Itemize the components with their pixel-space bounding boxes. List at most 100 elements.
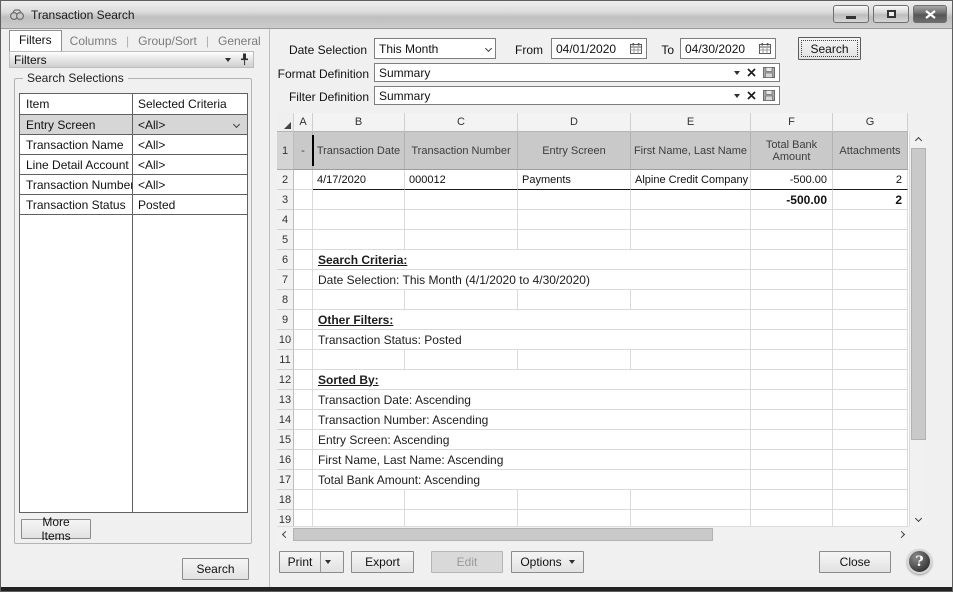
save-icon[interactable] xyxy=(763,90,775,101)
grid-cell[interactable] xyxy=(833,210,908,230)
grid-cell[interactable] xyxy=(833,430,908,450)
row-header-3[interactable]: 3 xyxy=(277,190,294,210)
row-header-18[interactable]: 18 xyxy=(277,490,294,510)
grid-cell[interactable] xyxy=(751,250,833,270)
grid-cell[interactable] xyxy=(833,490,908,510)
grid-cell[interactable]: Transaction Date: Ascending xyxy=(313,390,751,410)
column-header-D[interactable]: D xyxy=(518,113,631,132)
grid-cell[interactable] xyxy=(294,170,313,190)
grid-cell[interactable]: Alpine Credit Company xyxy=(631,170,751,190)
horizontal-scroll-thumb[interactable] xyxy=(293,528,713,541)
grid-cell[interactable] xyxy=(751,470,833,490)
grid-cell[interactable]: Transaction Number xyxy=(405,132,518,170)
grid-cell[interactable] xyxy=(405,210,518,230)
grid-cell[interactable] xyxy=(833,290,908,310)
minimize-button[interactable] xyxy=(833,5,869,23)
grid-cell[interactable]: First Name, Last Name xyxy=(631,132,751,170)
format-definition-combo[interactable]: Summary xyxy=(374,63,780,82)
grid-cell[interactable] xyxy=(313,230,405,250)
chevron-down-icon[interactable] xyxy=(485,45,492,52)
grid-cell[interactable]: - xyxy=(294,132,313,170)
clear-icon[interactable] xyxy=(747,68,756,77)
grid-cell[interactable]: Attachments xyxy=(833,132,908,170)
grid-cell[interactable] xyxy=(294,490,313,510)
grid-cell[interactable] xyxy=(405,510,518,526)
grid-cell[interactable] xyxy=(518,510,631,526)
scroll-up-button[interactable] xyxy=(910,132,927,148)
row-header-14[interactable]: 14 xyxy=(277,410,294,430)
from-date-input[interactable]: 04/01/2020 xyxy=(551,38,647,59)
grid-cell[interactable]: -500.00 xyxy=(751,190,833,210)
row-header-11[interactable]: 11 xyxy=(277,350,294,370)
grid-cell[interactable] xyxy=(294,370,313,390)
grid-cell[interactable] xyxy=(294,270,313,290)
grid-cell[interactable]: Sorted By: xyxy=(313,370,751,390)
pin-icon[interactable] xyxy=(240,53,249,66)
grid-cell[interactable] xyxy=(405,350,518,370)
scroll-down-button[interactable] xyxy=(910,510,927,526)
grid-cell[interactable] xyxy=(294,450,313,470)
grid-cell[interactable] xyxy=(833,350,908,370)
grid-cell[interactable] xyxy=(518,350,631,370)
save-icon[interactable] xyxy=(763,67,775,78)
grid-cell[interactable] xyxy=(751,410,833,430)
search-button[interactable]: Search xyxy=(798,37,861,60)
grid-cell[interactable]: Entry Screen: Ascending xyxy=(313,430,751,450)
column-header-E[interactable]: E xyxy=(631,113,751,132)
grid-cell[interactable]: Entry Screen xyxy=(518,132,631,170)
grid-cell[interactable] xyxy=(313,210,405,230)
grid-cell[interactable] xyxy=(751,430,833,450)
grid-cell[interactable]: Date Selection: This Month (4/1/2020 to … xyxy=(313,270,751,290)
grid-cell[interactable]: Payments xyxy=(518,170,631,190)
grid-cell[interactable] xyxy=(518,290,631,310)
print-dropdown-icon[interactable] xyxy=(325,560,331,564)
row-header-19[interactable]: 19 xyxy=(277,510,294,526)
grid-cell[interactable] xyxy=(833,250,908,270)
row-header-6[interactable]: 6 xyxy=(277,250,294,270)
grid-cell[interactable] xyxy=(294,330,313,350)
grid-cell[interactable] xyxy=(751,270,833,290)
grid-cell[interactable] xyxy=(751,450,833,470)
grid-cell[interactable] xyxy=(833,330,908,350)
grid-cell[interactable]: Search Criteria: xyxy=(313,250,751,270)
scroll-left-button[interactable] xyxy=(277,527,293,542)
grid-cell[interactable] xyxy=(518,490,631,510)
grid-cell[interactable] xyxy=(751,210,833,230)
grid-cell[interactable] xyxy=(631,490,751,510)
grid-cell[interactable] xyxy=(833,370,908,390)
criteria-row-line-detail-account[interactable]: Line Detail Account <All> xyxy=(20,155,247,175)
grid-cell[interactable]: 2 xyxy=(833,170,908,190)
tab-filters[interactable]: Filters xyxy=(9,30,62,51)
grid-cell[interactable] xyxy=(294,230,313,250)
to-date-input[interactable]: 04/30/2020 xyxy=(680,38,776,59)
grid-cell[interactable] xyxy=(631,290,751,310)
vertical-scroll-thumb[interactable] xyxy=(911,148,926,440)
grid-cell[interactable] xyxy=(833,510,908,526)
close-button[interactable]: Close xyxy=(819,551,891,573)
grid-cell[interactable] xyxy=(833,450,908,470)
row-header-17[interactable]: 17 xyxy=(277,470,294,490)
grid-cell[interactable]: First Name, Last Name: Ascending xyxy=(313,450,751,470)
grid-cell[interactable]: Transaction Number: Ascending xyxy=(313,410,751,430)
grid-cell[interactable] xyxy=(294,470,313,490)
grid-cell[interactable] xyxy=(518,210,631,230)
tab-group-sort[interactable]: Group/Sort xyxy=(130,32,205,51)
criteria-row-transaction-number[interactable]: Transaction Number <All> xyxy=(20,175,247,195)
grid-cell[interactable] xyxy=(294,430,313,450)
grid-cell[interactable] xyxy=(313,290,405,310)
grid-cell[interactable]: Transaction Date xyxy=(313,132,405,170)
grid-cell[interactable] xyxy=(751,510,833,526)
row-header-16[interactable]: 16 xyxy=(277,450,294,470)
grid-cell[interactable] xyxy=(405,230,518,250)
filter-definition-combo[interactable]: Summary xyxy=(374,86,780,105)
grid-cell[interactable]: Other Filters: xyxy=(313,310,751,330)
grid-cell[interactable] xyxy=(405,490,518,510)
grid-cell[interactable] xyxy=(294,410,313,430)
grid-cell[interactable] xyxy=(518,190,631,210)
more-items-button[interactable]: More Items xyxy=(21,519,91,539)
criteria-value[interactable]: Posted xyxy=(132,198,247,212)
print-button[interactable]: Print xyxy=(279,551,344,573)
scroll-right-button[interactable] xyxy=(893,527,909,542)
grid-cell[interactable] xyxy=(631,210,751,230)
grid-cell[interactable] xyxy=(833,410,908,430)
